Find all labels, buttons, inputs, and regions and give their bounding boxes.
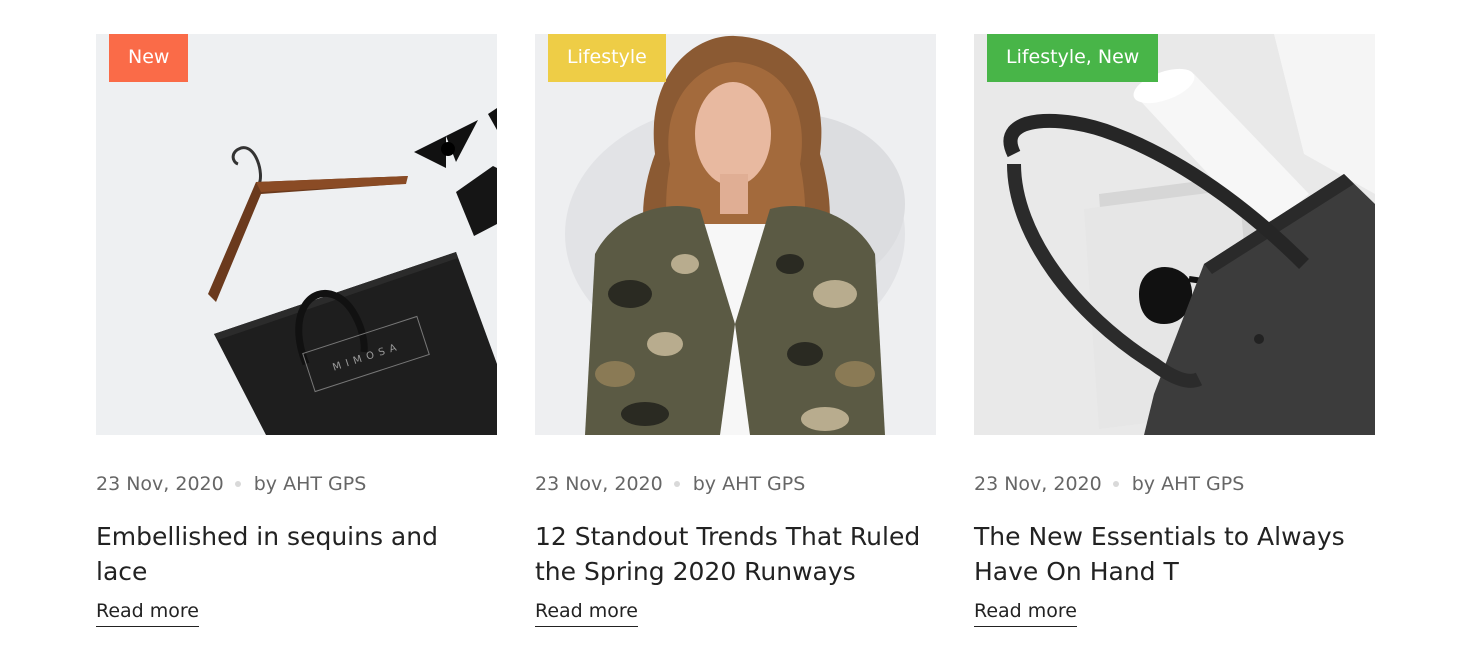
blog-card: Lifestyle 23 Nov, 2020 by AHT GPS 12 Sta…: [535, 34, 936, 627]
blog-card: MIMOSA New 23 Nov, 2020 by AHT GPS Embel…: [96, 34, 497, 627]
tote-bag-sunglasses-image: [974, 34, 1375, 435]
post-author: by AHT GPS: [692, 473, 806, 495]
category-badge[interactable]: Lifestyle: [548, 34, 666, 82]
post-meta: 23 Nov, 2020 by AHT GPS: [974, 471, 1375, 497]
read-more-link[interactable]: Read more: [974, 600, 1077, 627]
post-date: 23 Nov, 2020: [96, 473, 224, 495]
post-date: 23 Nov, 2020: [535, 473, 663, 495]
category-badge[interactable]: New: [109, 34, 189, 82]
hanger-and-shopping-bag-image: MIMOSA: [96, 34, 497, 435]
separator-dot-icon: [673, 481, 680, 487]
woman-camo-jacket-image: [535, 34, 936, 435]
post-author: by AHT GPS: [1131, 473, 1245, 495]
separator-dot-icon: [1112, 481, 1119, 487]
post-date: 23 Nov, 2020: [974, 473, 1102, 495]
separator-dot-icon: [234, 481, 241, 487]
post-thumbnail-link[interactable]: Lifestyle: [535, 34, 936, 435]
read-more-link[interactable]: Read more: [96, 600, 199, 627]
blog-post-grid: MIMOSA New 23 Nov, 2020 by AHT GPS Embel…: [96, 34, 1376, 644]
post-author: by AHT GPS: [253, 473, 367, 495]
category-badge[interactable]: Lifestyle, New: [987, 34, 1159, 82]
read-more-link[interactable]: Read more: [535, 600, 638, 627]
post-title[interactable]: The New Essentials to Always Have On Han…: [974, 519, 1375, 589]
post-title[interactable]: 12 Standout Trends That Ruled the Spring…: [535, 519, 936, 589]
post-meta: 23 Nov, 2020 by AHT GPS: [96, 471, 497, 497]
post-thumbnail-link[interactable]: Lifestyle, New: [974, 34, 1375, 435]
post-meta: 23 Nov, 2020 by AHT GPS: [535, 471, 936, 497]
post-title[interactable]: Embellished in sequins and lace: [96, 519, 497, 589]
blog-card: Lifestyle, New 23 Nov, 2020 by AHT GPS T…: [974, 34, 1375, 627]
post-thumbnail-link[interactable]: MIMOSA New: [96, 34, 497, 435]
